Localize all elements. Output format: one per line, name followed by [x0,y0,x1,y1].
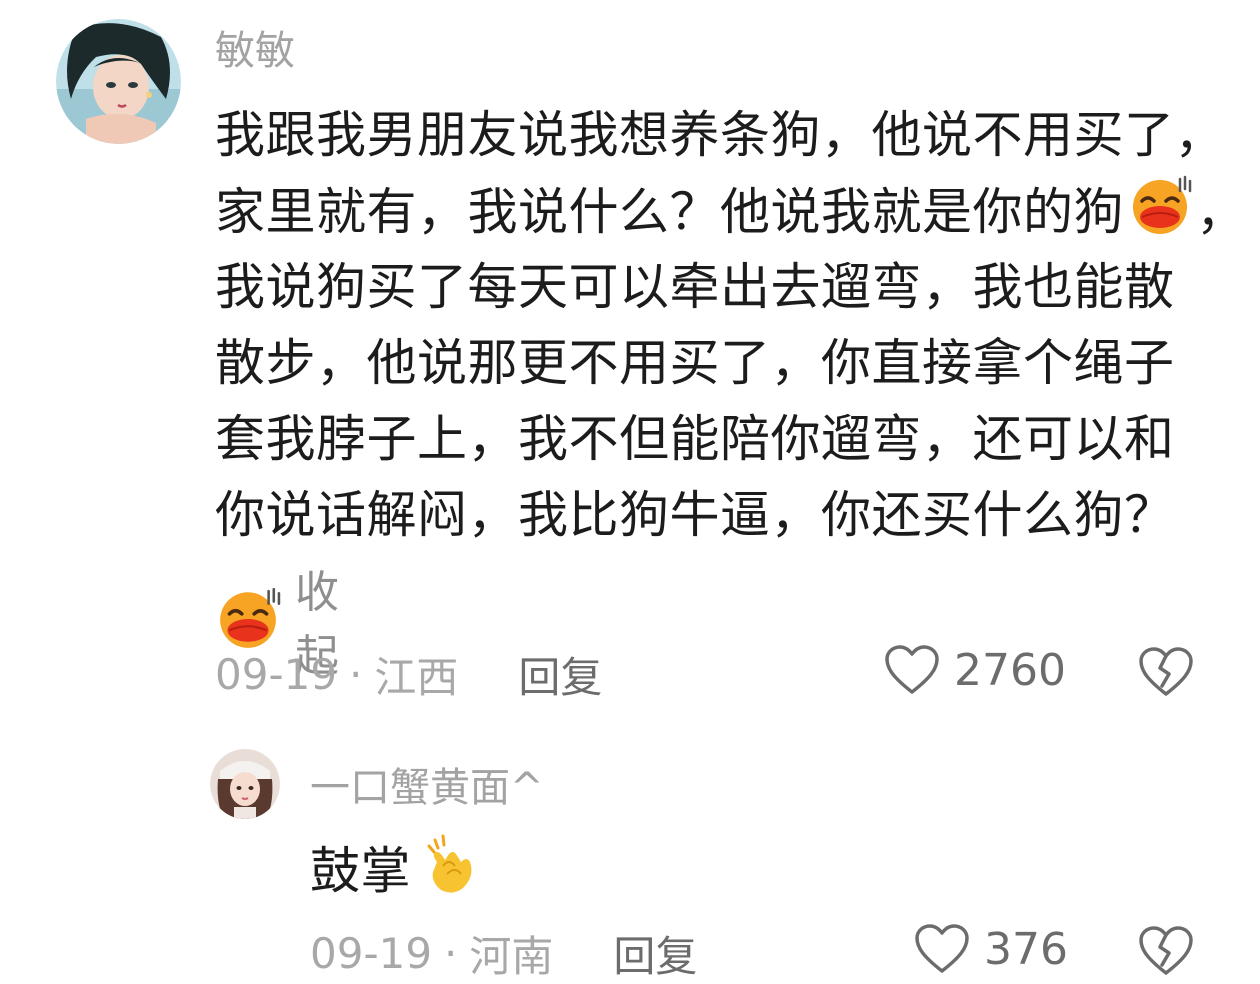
comment-meta: 09-19 · 河南 回复 [310,923,1260,983]
reply-button[interactable]: 回复 [613,923,697,984]
comment-body-text: 鼓掌 [310,842,411,900]
dislike-button[interactable] [1138,646,1194,702]
avatar-reply-user[interactable] [210,749,280,819]
comment-date: 09-19 [215,649,338,699]
like-count: 2760 [954,644,1066,696]
comment-body: 我跟我男朋友说我想养条狗，他说不用买了， 家里就有，我说什么？他说我就是你的狗 … [215,97,1247,553]
comment-body-line-4: 散步，他说那更不用买了，你直接拿个绳子 [215,334,1175,392]
like-count: 376 [984,923,1068,975]
comment-body-line-2: 家里就有，我说什么？他说我就是你的狗 ， [215,173,1247,249]
broken-heart-icon [1139,647,1193,696]
comment-body-line-5: 套我脖子上，我不但能陪你遛弯，还可以和 [215,410,1175,468]
broken-heart-icon [1139,926,1193,975]
heart-outline-icon [915,924,969,973]
avatar-anime-girl-icon [56,19,181,144]
heart-outline-icon [885,645,939,694]
comment-location: 江西 [374,652,459,702]
comment-body: 鼓掌 [310,832,481,908]
reply-button[interactable]: 回复 [518,644,602,705]
username[interactable]: 敏敏 [215,29,295,73]
comment-body-line-6: 你说话解闷，我比狗牛逼，你还买什么狗？ [215,486,1175,544]
comment-body-line-1: 我跟我男朋友说我想养条狗，他说不用买了， [215,106,1225,164]
like-button[interactable]: 376 [914,923,1068,975]
comment-location: 河南 [469,931,554,981]
username[interactable]: 一口蟹黄面^ [310,766,544,810]
comment-body-line-3: 我说狗买了每天可以牵出去遛弯，我也能散 [215,258,1175,316]
like-button[interactable]: 2760 [884,644,1066,696]
comment-body-line-2-text: 家里就有，我说什么？他说我就是你的狗 [215,183,1124,241]
avatar-minmin[interactable] [56,19,181,144]
clapping-hands-emoji-icon [417,832,481,917]
dislike-button[interactable] [1138,925,1194,981]
comment-body-line-1: 鼓掌 [310,832,481,908]
avatar-girl-photo-icon [210,749,280,819]
laughing-emoji-icon [1128,173,1192,258]
meta-separator: · [444,928,458,978]
comment-date: 09-19 [310,928,433,978]
comment-body-line-2-suffix: ， [1196,183,1247,241]
meta-separator: · [349,649,363,699]
